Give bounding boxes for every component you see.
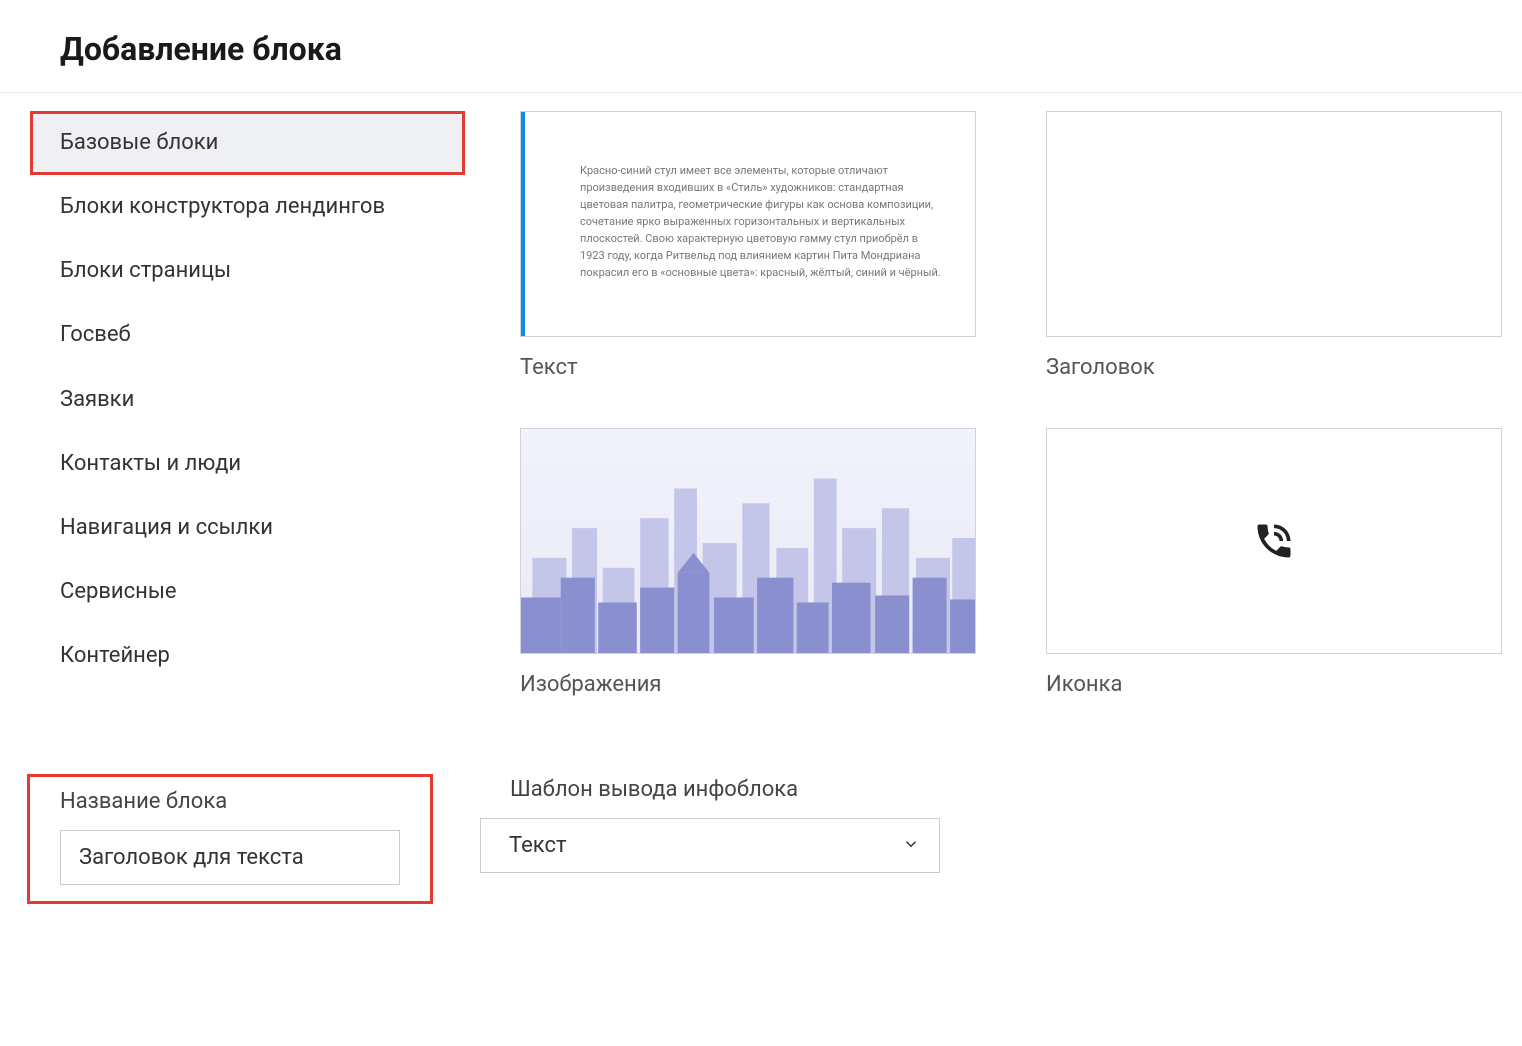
card-image[interactable]: Изображения	[520, 428, 976, 697]
sidebar-item-label: Блоки конструктора лендингов	[60, 194, 385, 219]
content-grid: Красно-синий стул имеет все элементы, ко…	[465, 111, 1522, 697]
sidebar-item-container[interactable]: Контейнер	[30, 624, 465, 688]
sidebar-item-label: Контакты и люди	[60, 451, 241, 476]
template-select[interactable]: Текст	[480, 818, 940, 873]
sidebar-item-page-blocks[interactable]: Блоки страницы	[30, 239, 465, 303]
sidebar-item-gosweb[interactable]: Госвеб	[30, 303, 465, 367]
text-preview-sample: Красно-синий стул имеет все элементы, ко…	[521, 112, 975, 336]
form-group-block-name: Название блока	[30, 777, 430, 901]
sidebar-item-label: Блоки страницы	[60, 258, 231, 283]
card-heading[interactable]: Заголовок	[1046, 111, 1502, 380]
sidebar-item-label: Сервисные	[60, 579, 177, 604]
card-text[interactable]: Красно-синий стул имеет все элементы, ко…	[520, 111, 976, 380]
card-preview-image	[520, 428, 976, 654]
block-name-label: Название блока	[60, 789, 400, 814]
sidebar-item-label: Базовые блоки	[60, 130, 218, 155]
phone-in-talk-icon	[1252, 519, 1296, 563]
card-preview-text: Красно-синий стул имеет все элементы, ко…	[520, 111, 976, 337]
card-label: Изображения	[520, 672, 976, 697]
block-name-input[interactable]	[60, 830, 400, 885]
sidebar-item-label: Заявки	[60, 387, 134, 412]
main-row: Базовые блоки Блоки конструктора лендинг…	[0, 93, 1522, 697]
card-preview-icon	[1046, 428, 1502, 654]
card-preview-heading	[1046, 111, 1502, 337]
sidebar-item-label: Госвеб	[60, 322, 131, 347]
template-select-wrap: Текст	[480, 818, 940, 873]
template-label: Шаблон вывода инфоблока	[480, 777, 940, 802]
sidebar-item-applications[interactable]: Заявки	[30, 368, 465, 432]
form-group-template: Шаблон вывода инфоблока Текст	[480, 777, 940, 873]
sidebar-item-contacts[interactable]: Контакты и люди	[30, 432, 465, 496]
sidebar: Базовые блоки Блоки конструктора лендинг…	[0, 111, 465, 697]
sidebar-item-basic-blocks[interactable]: Базовые блоки	[30, 111, 465, 175]
card-icon[interactable]: Иконка	[1046, 428, 1502, 697]
card-label: Текст	[520, 355, 976, 380]
city-skyline-icon	[521, 429, 975, 653]
card-label: Иконка	[1046, 672, 1502, 697]
page-title: Добавление блока	[0, 30, 1522, 93]
card-label: Заголовок	[1046, 355, 1502, 380]
form-row: Название блока Шаблон вывода инфоблока Т…	[0, 697, 1522, 941]
sidebar-item-label: Навигация и ссылки	[60, 515, 273, 540]
sidebar-item-label: Контейнер	[60, 643, 170, 668]
sidebar-item-landing-constructor[interactable]: Блоки конструктора лендингов	[30, 175, 465, 239]
sidebar-item-service[interactable]: Сервисные	[30, 560, 465, 624]
sidebar-item-navigation[interactable]: Навигация и ссылки	[30, 496, 465, 560]
